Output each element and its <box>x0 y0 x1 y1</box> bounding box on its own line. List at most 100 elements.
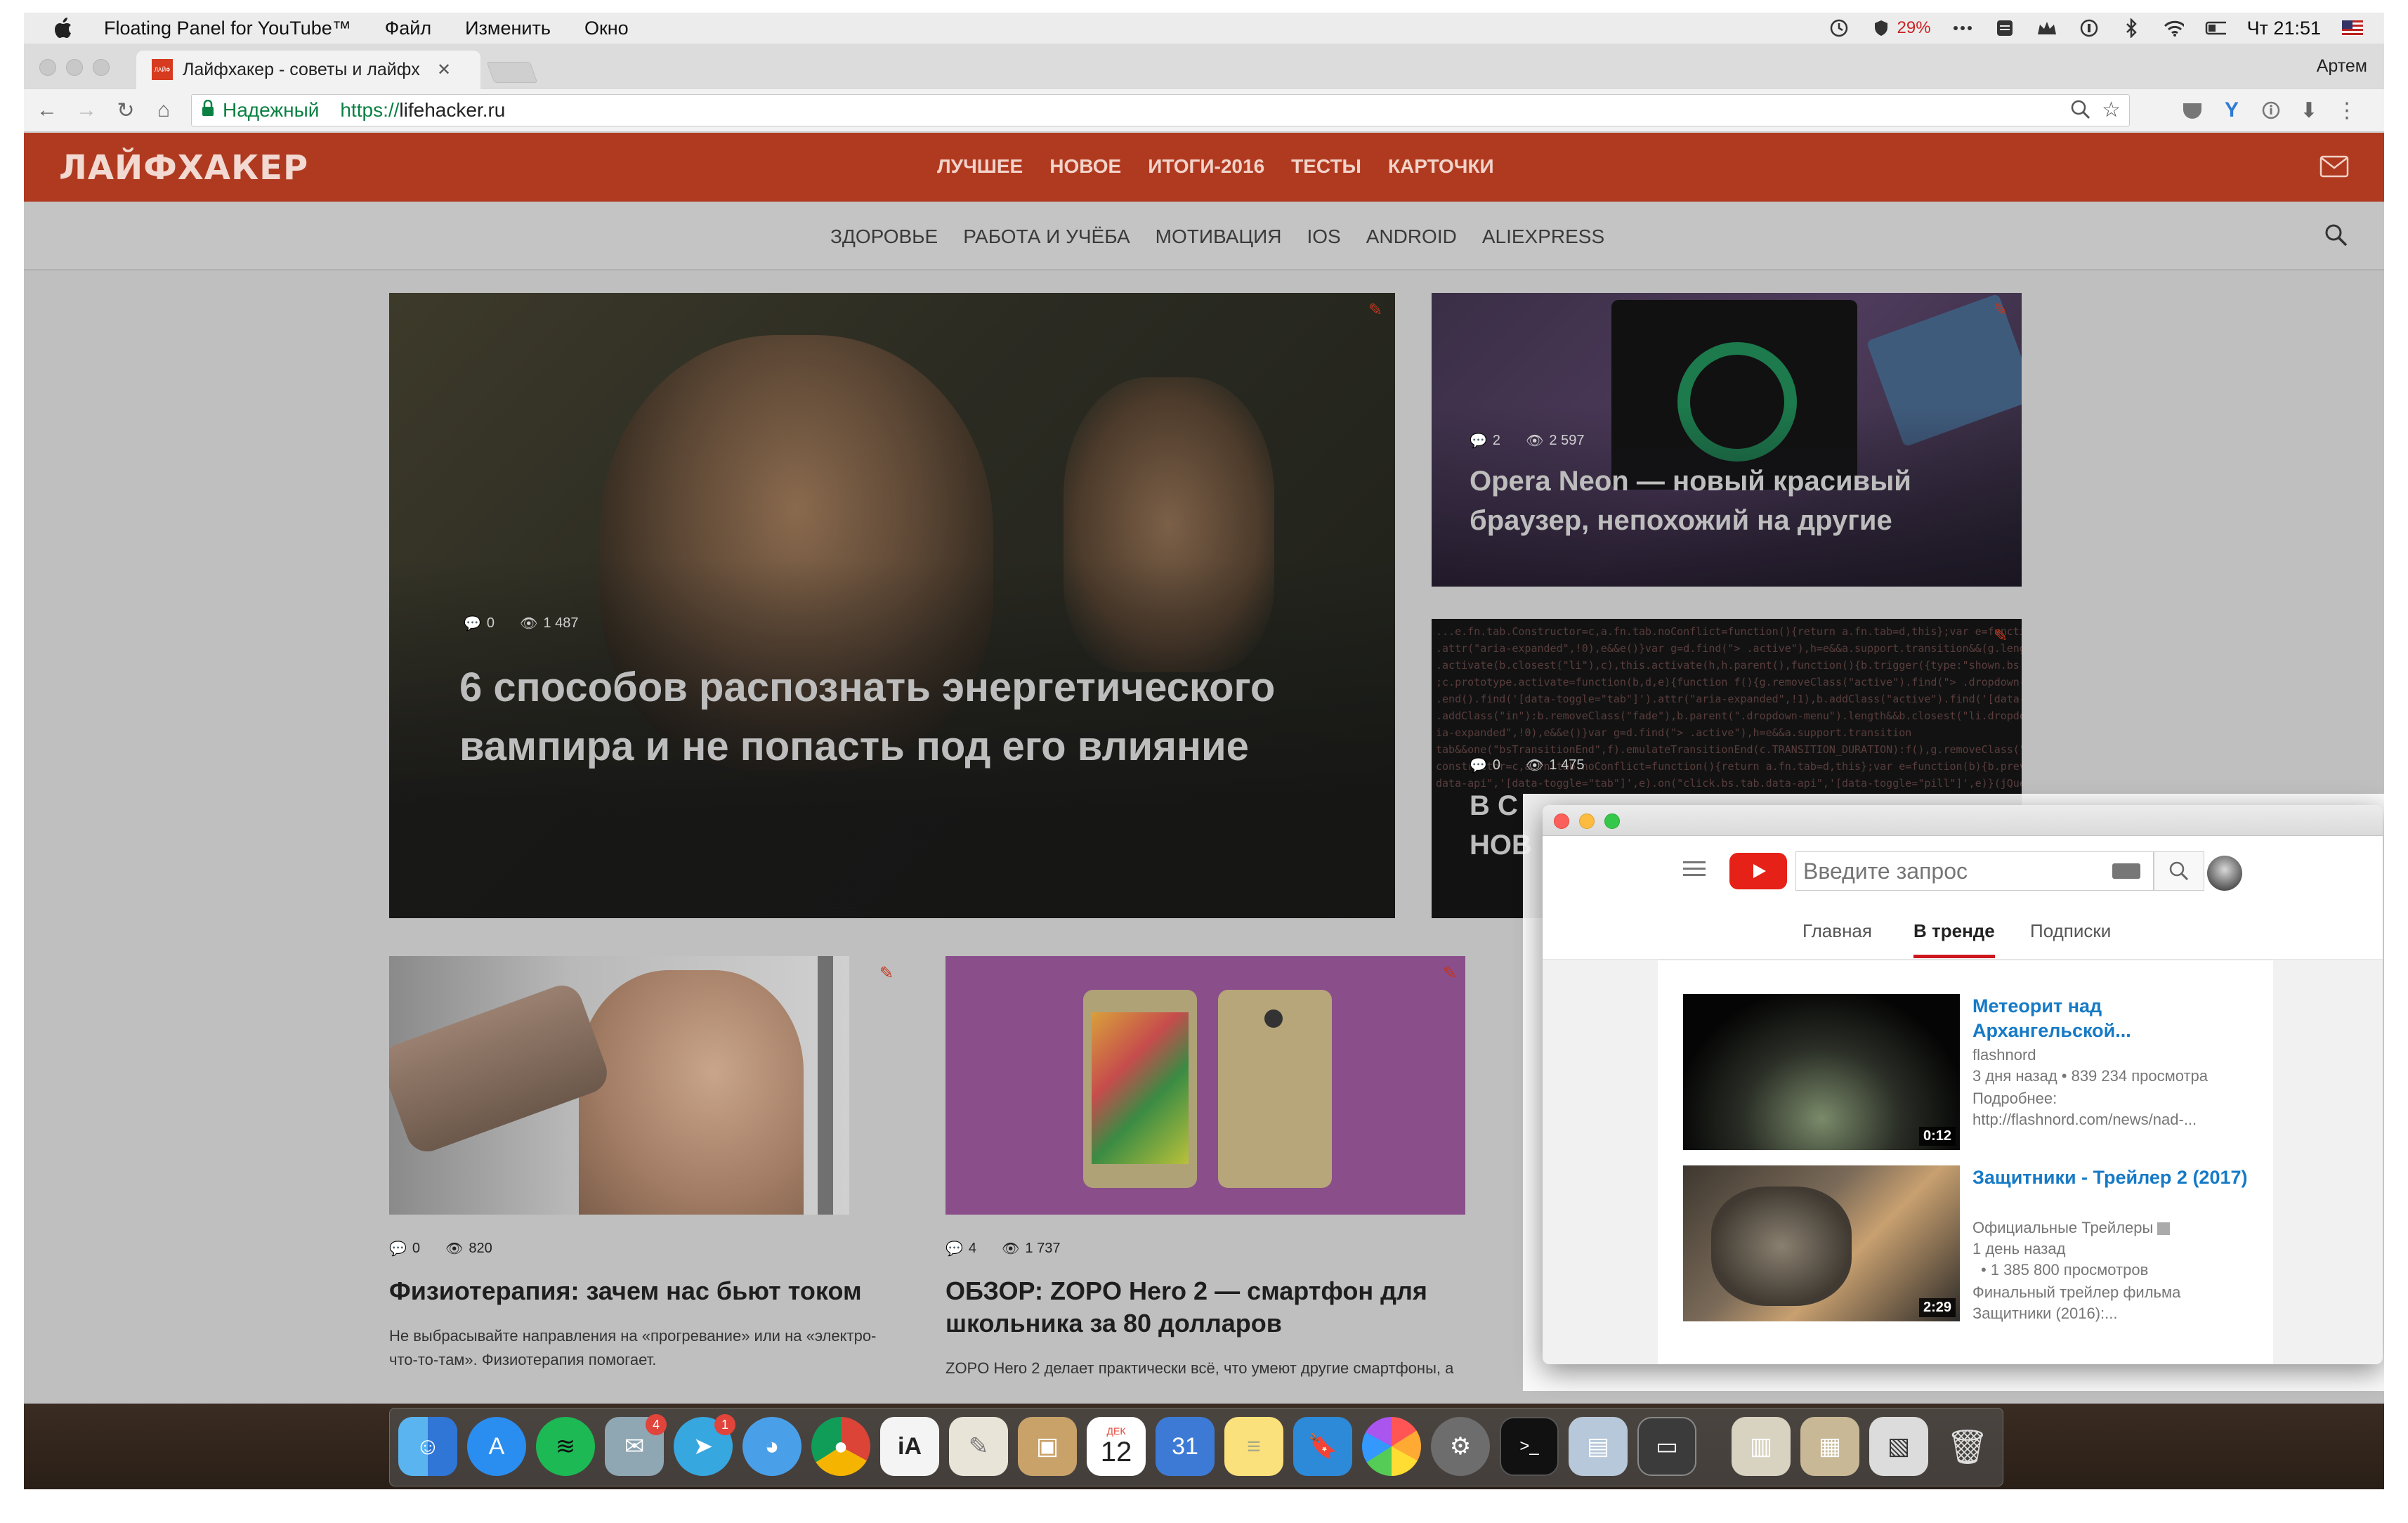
close-window-button[interactable] <box>39 59 56 76</box>
mail-app-icon[interactable]: ✉ 4 <box>605 1414 667 1476</box>
cat-android[interactable]: ANDROID <box>1366 225 1457 248</box>
cat-motivation[interactable]: МОТИВАЦИЯ <box>1156 225 1282 248</box>
video-title[interactable]: Метеорит над Архангельской... <box>1972 994 2253 1043</box>
terminal-icon[interactable]: >_ <box>1500 1417 1559 1476</box>
panel-titlebar[interactable] <box>1543 805 2383 836</box>
apple-icon[interactable] <box>51 15 76 41</box>
system-preferences-icon[interactable]: ⚙ <box>1431 1417 1490 1476</box>
nav-best[interactable]: ЛУЧШЕЕ <box>937 155 1023 178</box>
youtube-search-button[interactable] <box>2154 851 2204 891</box>
more-icon[interactable] <box>1952 18 1973 39</box>
hamburger-menu-icon[interactable] <box>1683 860 1706 882</box>
trash-icon[interactable]: 🗑 <box>1938 1417 1997 1476</box>
pocket-icon[interactable] <box>2180 98 2204 122</box>
video-title[interactable]: Защитники - Трейлер 2 (2017) <box>1972 1165 2253 1190</box>
notes-icon[interactable] <box>1994 18 2015 39</box>
zopo-article-card[interactable]: ✎ 💬 4 👁 1 737 ОБЗОР: ZOPO Hero 2 — смарт… <box>945 956 1465 1392</box>
tab-close-icon[interactable]: ✕ <box>437 60 451 80</box>
preview-icon[interactable]: ▣ <box>1018 1417 1077 1476</box>
text-edit-icon[interactable]: ✎ <box>949 1417 1008 1476</box>
home-icon[interactable]: ⌂ <box>152 98 176 122</box>
video-item[interactable]: 2:29 Защитники - Трейлер 2 (2017) Официа… <box>1683 1165 2259 1324</box>
physio-title[interactable]: Физиотерапия: зачем нас бьют током <box>389 1275 923 1307</box>
bookmark-app-icon[interactable]: 🔖 <box>1293 1417 1352 1476</box>
tab-trending[interactable]: В тренде <box>1913 920 1995 958</box>
fantastical-icon[interactable]: 31 <box>1156 1417 1215 1476</box>
app-store-icon[interactable]: A <box>467 1417 526 1476</box>
zopo-title[interactable]: ОБЗОР: ZOPO Hero 2 — смартфон для школьн… <box>945 1275 1465 1340</box>
download-icon[interactable]: ⬇ <box>2297 98 2321 122</box>
zoom-window-button[interactable] <box>93 59 110 76</box>
youtube-search-input[interactable] <box>1803 858 2105 884</box>
profile-name[interactable]: Артем <box>2317 56 2367 77</box>
yandex-icon[interactable]: Y <box>2220 98 2244 122</box>
address-bar[interactable]: Надежный https:// lifehacker.ru ☆ <box>191 94 2130 126</box>
bookmark-star-icon[interactable]: ☆ <box>2102 98 2121 122</box>
opera-article-card[interactable]: ✎ 💬 2 👁 2 597 Opera Neon — новый красивы… <box>1432 293 2022 587</box>
downloads-stack-icon[interactable]: ▦ <box>1800 1417 1859 1476</box>
nav-results-2016[interactable]: ИТОГИ-2016 <box>1148 155 1264 178</box>
battery-icon[interactable] <box>2205 18 2226 39</box>
site-logo[interactable]: ЛАЙФХАКЕР <box>59 148 308 188</box>
menu-file[interactable]: Файл <box>385 18 431 39</box>
cat-ios[interactable]: IOS <box>1307 225 1340 248</box>
browser-tab[interactable]: ЛАЙФ Лайфхакер - советы и лайфх ✕ <box>136 51 480 89</box>
tab-subscriptions[interactable]: Подписки <box>2030 920 2111 955</box>
chrome-icon[interactable]: ● <box>811 1417 870 1476</box>
photos-icon[interactable] <box>1362 1417 1421 1476</box>
video-thumbnail[interactable]: 2:29 <box>1683 1165 1960 1321</box>
stack-folder-icon[interactable]: ▥ <box>1732 1417 1791 1476</box>
us-flag-icon[interactable] <box>2342 18 2363 39</box>
edit-pencil-icon[interactable]: ✎ <box>1994 626 2012 646</box>
menu-edit[interactable]: Изменить <box>465 18 551 39</box>
back-icon[interactable]: ← <box>35 98 59 122</box>
video-thumbnail[interactable]: 0:12 <box>1683 994 1960 1150</box>
edit-pencil-icon[interactable]: ✎ <box>879 963 898 983</box>
edit-pencil-icon[interactable]: ✎ <box>1368 300 1387 320</box>
video-item[interactable]: 0:12 Метеорит над Архангельской... flash… <box>1683 994 2259 1153</box>
tab-home[interactable]: Главная <box>1802 920 1872 955</box>
hero-article-card[interactable]: ✎ 💬 0 👁 1 487 6 способов распознать энер… <box>389 293 1395 918</box>
tweetbot-icon[interactable]: ◕ <box>742 1417 801 1476</box>
telegram-icon[interactable]: ➤ 1 <box>674 1414 735 1476</box>
opera-title[interactable]: Opera Neon — новый красивый браузер, неп… <box>1470 462 2003 540</box>
spotify-icon[interactable]: ≋ <box>536 1417 595 1476</box>
documents-stack-icon[interactable]: ▧ <box>1869 1417 1928 1476</box>
new-tab-button[interactable] <box>486 62 538 83</box>
script-icon[interactable] <box>2079 18 2100 39</box>
menubar-clock[interactable]: Чт 21:51 <box>2247 18 2321 39</box>
bluetooth-icon[interactable] <box>2121 18 2142 39</box>
nav-cards[interactable]: КАРТОЧКИ <box>1388 155 1494 178</box>
panel-zoom-button[interactable] <box>1604 813 1620 829</box>
crown-icon[interactable] <box>2036 18 2057 39</box>
zoom-icon[interactable] <box>2070 99 2091 125</box>
cat-health[interactable]: ЗДОРОВЬЕ <box>830 225 938 248</box>
keyboard-icon[interactable] <box>2112 863 2140 879</box>
notes-app-icon[interactable]: ≡ <box>1224 1417 1283 1476</box>
ia-writer-icon[interactable]: iA <box>880 1417 939 1476</box>
wifi-icon[interactable] <box>2163 18 2184 39</box>
screen-recorder-icon[interactable]: ▭ <box>1637 1417 1696 1476</box>
video-channel[interactable]: Официальные Трейлеры <box>1972 1217 2253 1238</box>
chrome-menu-icon[interactable]: ⋮ <box>2335 98 2359 122</box>
forward-icon[interactable]: → <box>74 98 98 122</box>
panel-minimize-button[interactable] <box>1579 813 1595 829</box>
nav-new[interactable]: НОВОЕ <box>1049 155 1121 178</box>
cat-aliexpress[interactable]: ALIEXPRESS <box>1482 225 1604 248</box>
info-icon[interactable] <box>2259 98 2283 122</box>
minimize-window-button[interactable] <box>66 59 83 76</box>
edit-pencil-icon[interactable]: ✎ <box>1443 963 1461 983</box>
reload-icon[interactable]: ↻ <box>114 98 138 122</box>
edit-pencil-icon[interactable]: ✎ <box>1994 300 2012 320</box>
physio-article-card[interactable]: ✎ 💬 0 👁 820 Физиотерапия: зачем нас бьют… <box>389 956 895 1392</box>
video-channel[interactable]: flashnord <box>1972 1045 2253 1066</box>
mail-icon[interactable] <box>2319 155 2349 181</box>
cat-work-study[interactable]: РАБОТА И УЧЁБА <box>963 225 1130 248</box>
nav-tests[interactable]: ТЕСТЫ <box>1291 155 1361 178</box>
youtube-logo-icon[interactable] <box>1729 853 1787 889</box>
shield-icon[interactable] <box>1871 18 1892 39</box>
image-capture-icon[interactable]: ▤ <box>1569 1417 1628 1476</box>
site-search-icon[interactable] <box>2324 223 2349 251</box>
hero-title[interactable]: 6 способов распознать энергетического ва… <box>459 658 1330 776</box>
menu-window[interactable]: Окно <box>584 18 629 39</box>
